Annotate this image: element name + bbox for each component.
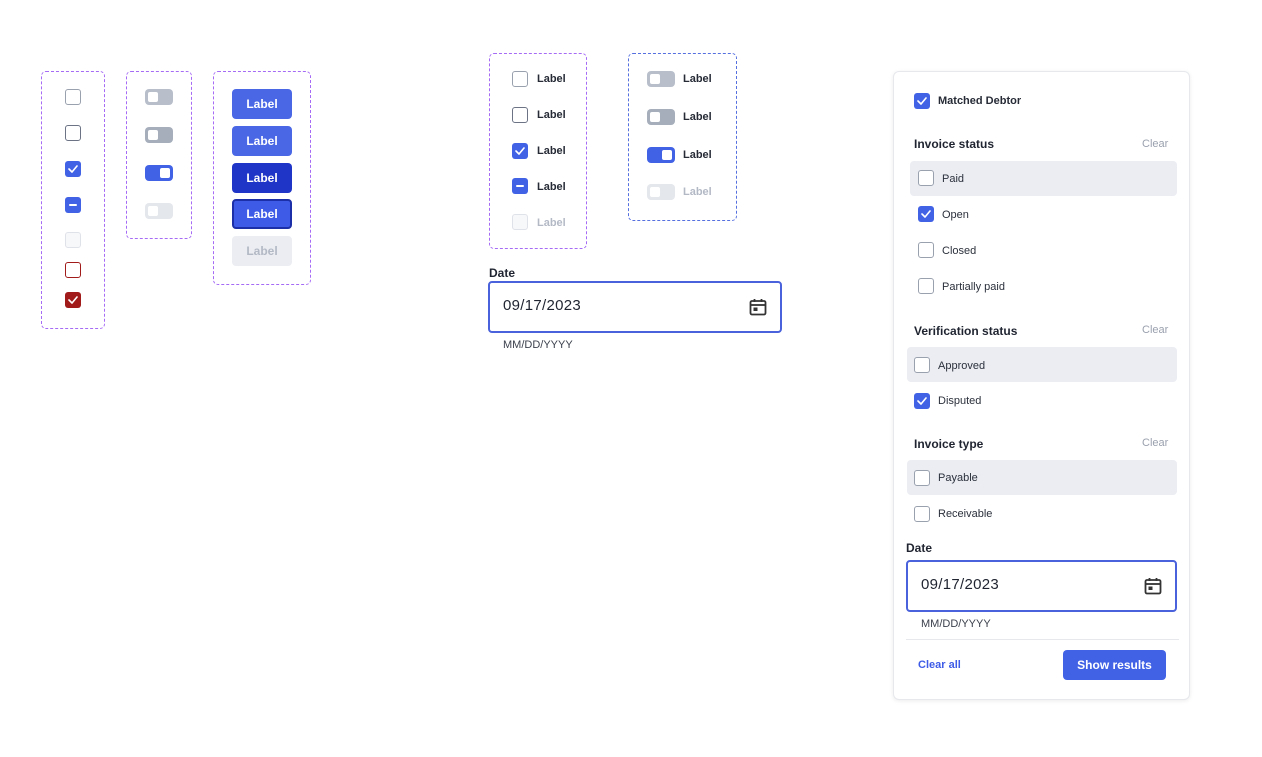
approved-label: Approved [938,360,986,372]
closed-label: Closed [942,245,977,257]
labeled-toggle-off[interactable] [647,71,675,87]
toggle-label: Label [683,111,712,123]
receivable-checkbox[interactable] [914,506,930,522]
button-default[interactable]: Label [232,89,292,119]
checkbox-indeterminate[interactable] [65,197,81,213]
labeled-toggle-off-hover[interactable] [647,109,675,125]
panel-date-label: Date [906,541,933,555]
checkbox-label: Label [537,181,566,193]
verification-status-title: Verification status [914,324,1018,338]
verification-status-clear[interactable]: Clear [1142,324,1168,336]
checkbox-hover[interactable] [65,125,81,141]
toggle-on[interactable] [145,165,173,181]
calendar-icon[interactable] [748,297,768,317]
open-checkbox[interactable] [918,206,934,222]
toggle-off[interactable] [145,89,173,105]
checkbox-error[interactable] [65,262,81,278]
invoice-status-clear[interactable]: Clear [1142,138,1168,150]
panel-date-input[interactable]: 09/17/2023 [906,560,1177,612]
invoice-type-title: Invoice type [914,437,984,451]
checkmark-icon [68,165,78,173]
checkbox-error-checked[interactable] [65,292,81,308]
date-format-hint: MM/DD/YYYY [503,339,573,351]
calendar-icon[interactable] [1143,576,1163,596]
panel-date-value[interactable]: 09/17/2023 [921,576,999,593]
minus-icon [516,185,524,187]
paid-label: Paid [942,173,965,185]
checkbox-label: Label [537,145,566,157]
checkmark-icon [921,210,931,218]
matched-debtor-checkbox[interactable] [914,93,930,109]
disputed-label: Disputed [938,395,982,407]
labeled-toggle-disabled [647,184,675,200]
invoice-status-title: Invoice status [914,137,995,151]
minus-icon [69,204,77,206]
footer-divider [906,639,1179,640]
partially-paid-label: Partially paid [942,281,1005,293]
checkbox-checked[interactable] [65,161,81,177]
checkbox-label: Label [537,109,566,121]
clear-all-link[interactable]: Clear all [918,659,961,671]
matched-debtor-label: Matched Debtor [938,95,1022,107]
date-input[interactable]: 09/17/2023 [488,281,782,333]
checkbox-default[interactable] [65,89,81,105]
labeled-checkbox-indeterminate[interactable] [512,178,528,194]
labeled-checkbox-disabled [512,214,528,230]
labeled-toggle-on[interactable] [647,147,675,163]
disputed-checkbox[interactable] [914,393,930,409]
show-results-button[interactable]: Show results [1063,650,1166,680]
date-field-label: Date [489,266,516,280]
toggle-label: Label [683,149,712,161]
date-input-value[interactable]: 09/17/2023 [503,297,581,314]
open-label: Open [942,209,969,221]
checkmark-icon [917,97,927,105]
toggle-off-hover[interactable] [145,127,173,143]
panel-date-format-hint: MM/DD/YYYY [921,618,991,630]
checkbox-label-disabled: Label [537,217,566,229]
partially-paid-checkbox[interactable] [918,278,934,294]
approved-checkbox[interactable] [914,357,930,373]
toggle-label: Label [683,73,712,85]
toggle-disabled [145,203,173,219]
payable-label: Payable [938,472,978,484]
checkbox-disabled [65,232,81,248]
button-hover[interactable]: Label [232,126,292,156]
button-focused[interactable]: Label [232,199,292,229]
payable-checkbox[interactable] [914,470,930,486]
button-pressed[interactable]: Label [232,163,292,193]
checkmark-icon [917,397,927,405]
labeled-checkbox-checked[interactable] [512,143,528,159]
button-disabled: Label [232,236,292,266]
invoice-type-clear[interactable]: Clear [1142,437,1168,449]
labeled-checkbox-default[interactable] [512,71,528,87]
checkmark-icon [68,296,78,304]
paid-checkbox[interactable] [918,170,934,186]
toggle-label-disabled: Label [683,186,712,198]
checkmark-icon [515,147,525,155]
receivable-label: Receivable [938,508,993,520]
closed-checkbox[interactable] [918,242,934,258]
labeled-checkbox-hover[interactable] [512,107,528,123]
checkbox-label: Label [537,73,566,85]
